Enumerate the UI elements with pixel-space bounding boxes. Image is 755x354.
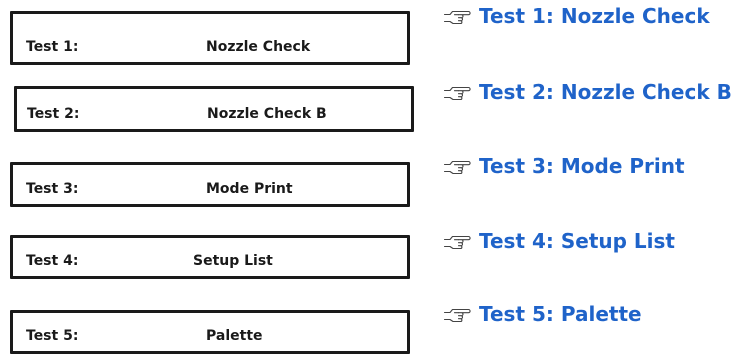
lcd-test-number: Test 2: [27, 106, 80, 122]
reference-link-test-2[interactable]: Test 2: Nozzle Check B [443, 80, 732, 104]
pointing-hand-icon [443, 155, 471, 177]
lcd-test-name: Nozzle Check B [207, 106, 327, 122]
lcd-panel-test-1: Test 1: Nozzle Check [10, 11, 410, 65]
lcd-panel-test-5: Test 5: Palette [10, 310, 410, 354]
lcd-test-name: Mode Print [206, 181, 293, 197]
reference-link-label: Test 2: Nozzle Check B [479, 80, 732, 104]
pointing-hand-icon [443, 5, 471, 27]
lcd-test-number: Test 3: [26, 181, 79, 197]
lcd-test-number: Test 1: [26, 39, 79, 55]
lcd-panel-test-2: Test 2: Nozzle Check B [14, 86, 414, 132]
reference-link-test-3[interactable]: Test 3: Mode Print [443, 154, 685, 178]
lcd-test-number: Test 4: [26, 253, 79, 269]
reference-link-label: Test 5: Palette [479, 302, 642, 326]
reference-link-test-4[interactable]: Test 4: Setup List [443, 229, 675, 253]
reference-link-label: Test 1: Nozzle Check [479, 4, 710, 28]
lcd-test-name: Nozzle Check [206, 39, 311, 55]
lcd-test-name: Palette [206, 328, 263, 344]
pointing-hand-icon [443, 303, 471, 325]
lcd-test-name: Setup List [193, 253, 273, 269]
reference-link-label: Test 4: Setup List [479, 229, 675, 253]
pointing-hand-icon [443, 230, 471, 252]
pointing-hand-icon [443, 81, 471, 103]
reference-link-test-5[interactable]: Test 5: Palette [443, 302, 642, 326]
lcd-panel-test-3: Test 3: Mode Print [10, 162, 410, 207]
lcd-panel-test-4: Test 4: Setup List [10, 235, 410, 279]
lcd-test-number: Test 5: [26, 328, 79, 344]
reference-link-label: Test 3: Mode Print [479, 154, 685, 178]
reference-link-test-1[interactable]: Test 1: Nozzle Check [443, 4, 710, 28]
